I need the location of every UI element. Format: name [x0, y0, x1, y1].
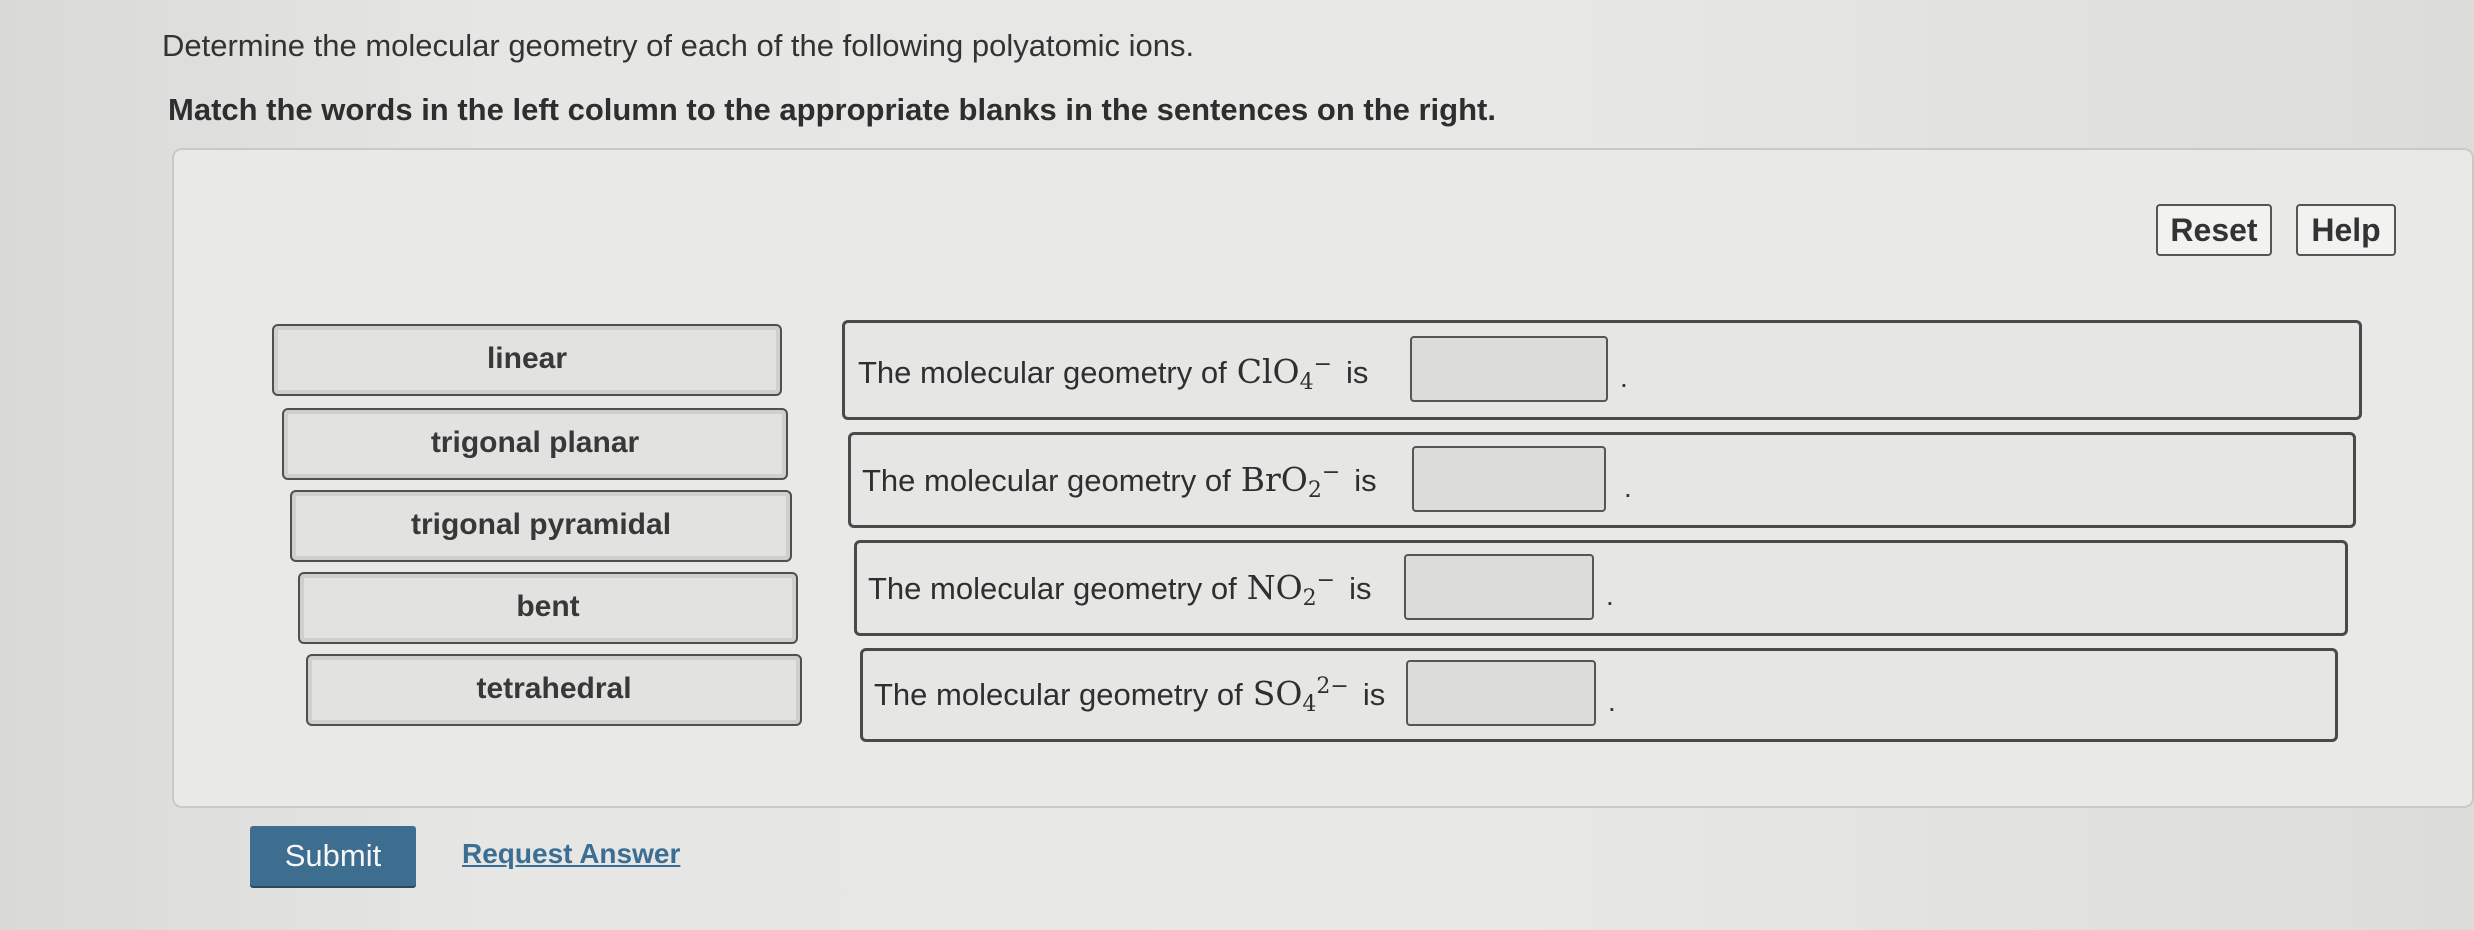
sentence-period: .: [1620, 362, 1628, 393]
word-tile-linear[interactable]: linear: [272, 324, 782, 396]
formula-bro2: BrO2−: [1240, 460, 1341, 503]
sentence-suffix: is: [1354, 463, 1377, 498]
sentence-suffix: is: [1346, 355, 1369, 390]
reset-button[interactable]: Reset: [2156, 204, 2272, 256]
answer-blank-no2[interactable]: [1404, 554, 1594, 620]
instruction-text: Determine the molecular geometry of each…: [162, 28, 1195, 63]
sentence-text-no2: The molecular geometry of NO2− is: [868, 568, 1371, 611]
word-tile-tetrahedral[interactable]: tetrahedral: [306, 654, 802, 726]
formula-so4: SO42−: [1252, 674, 1349, 717]
sentence-prefix: The molecular geometry of: [858, 355, 1227, 390]
answer-blank-bro2[interactable]: [1412, 446, 1606, 512]
sentence-text-clo4: The molecular geometry of ClO4− is: [858, 352, 1368, 395]
answer-blank-clo4[interactable]: [1410, 336, 1608, 402]
help-button[interactable]: Help: [2296, 204, 2396, 256]
sentence-prefix: The molecular geometry of: [868, 571, 1237, 606]
sentence-text-bro2: The molecular geometry of BrO2− is: [862, 460, 1377, 503]
sentence-prefix: The molecular geometry of: [862, 463, 1231, 498]
submit-button[interactable]: Submit: [250, 826, 416, 886]
word-tile-bent[interactable]: bent: [298, 572, 798, 644]
word-tile-trigonal-pyramidal[interactable]: trigonal pyramidal: [290, 490, 792, 562]
word-tile-trigonal-planar[interactable]: trigonal planar: [282, 408, 788, 480]
sentence-period: .: [1624, 472, 1632, 503]
request-answer-link[interactable]: Request Answer: [462, 838, 680, 870]
sentence-text-so4: The molecular geometry of SO42− is: [874, 674, 1385, 717]
sentence-period: .: [1606, 580, 1614, 611]
sentence-suffix: is: [1362, 677, 1386, 712]
sentence-prefix: The molecular geometry of: [874, 677, 1243, 712]
sentence-period: .: [1608, 686, 1616, 717]
answer-blank-so4[interactable]: [1406, 660, 1596, 726]
subinstruction-text: Match the words in the left column to th…: [168, 92, 1496, 127]
formula-no2: NO2−: [1246, 568, 1336, 611]
sentence-suffix: is: [1349, 571, 1372, 606]
formula-clo4: ClO4−: [1236, 352, 1333, 395]
